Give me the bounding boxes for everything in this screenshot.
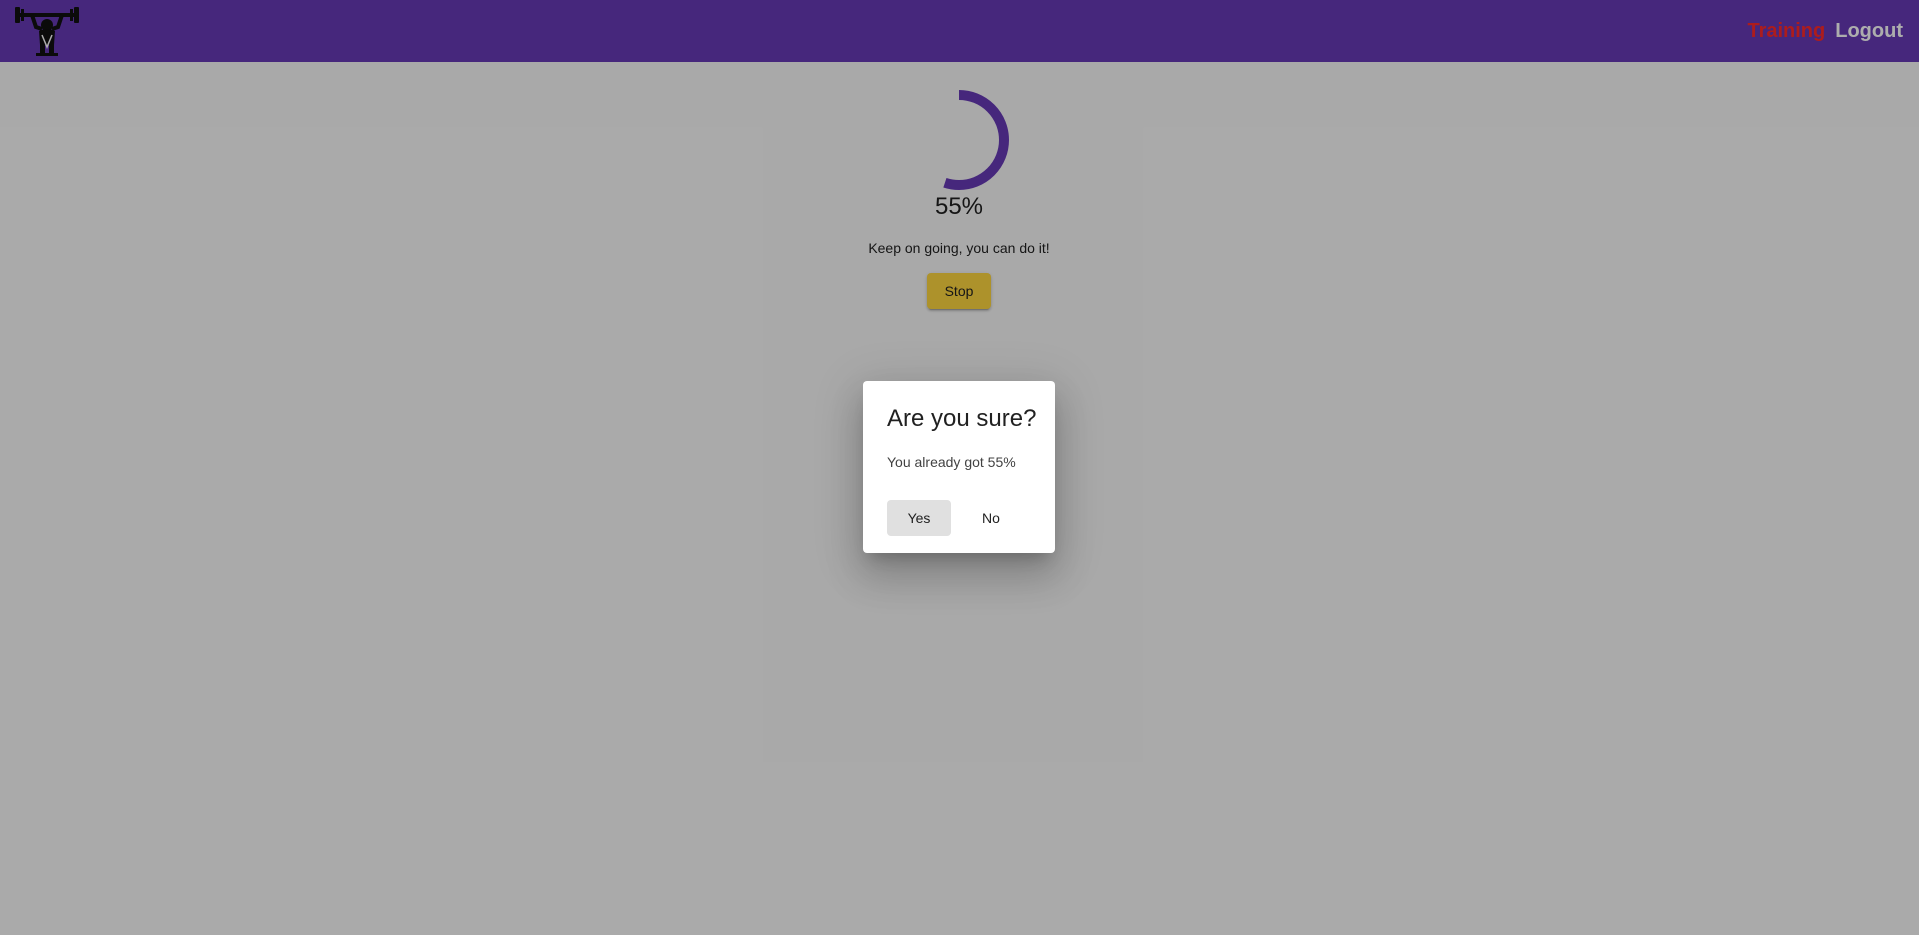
no-button[interactable]: No	[959, 500, 1023, 536]
dialog-actions: Yes No	[887, 500, 1023, 536]
yes-button[interactable]: Yes	[887, 500, 951, 536]
stop-confirm-dialog: Are you sure? You already got 55% Yes No	[863, 381, 1055, 553]
dialog-message: You already got 55%	[887, 454, 1016, 470]
dialog-title: Are you sure?	[887, 405, 1037, 432]
